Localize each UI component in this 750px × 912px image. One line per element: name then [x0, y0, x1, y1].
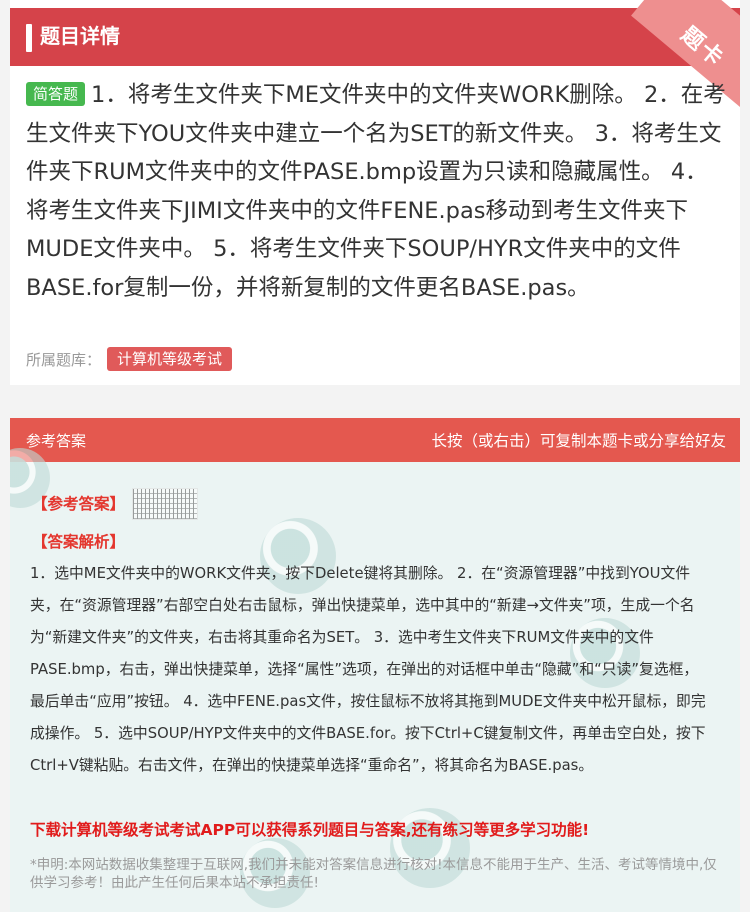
bank-tag[interactable]: 计算机等级考试: [107, 347, 233, 371]
page-title: 题目详情: [40, 24, 120, 48]
question-body: 简答题 1．将考生文件夹下ME文件夹中的文件夹WORK删除。 2．在考生文件夹下Y…: [26, 76, 730, 307]
analysis-text: 1．选中ME文件夹中的WORK文件夹，按下Delete键将其删除。 2．在“资源…: [30, 565, 706, 774]
answer-header: 参考答案 长按（或右击）可复制本题卡或分享给好友: [10, 418, 740, 462]
question-card: 题目详情 题卡 简答题 1．将考生文件夹下ME文件夹中的文件夹WORK删除。 2．…: [10, 0, 740, 385]
reference-answer-label: 【参考答案】: [32, 495, 126, 513]
question-bank-row: 所属题库： 计算机等级考试: [26, 346, 233, 372]
analysis-label: 【答案解析】: [32, 533, 126, 551]
answer-card: 参考答案 长按（或右击）可复制本题卡或分享给好友 【参考答案】 【答案解析】 1…: [10, 418, 740, 912]
reference-answer-image: [132, 488, 198, 520]
corner-label: 题卡: [675, 22, 729, 73]
copy-share-hint: 长按（或右击）可复制本题卡或分享给好友: [431, 432, 726, 450]
bank-label: 所属题库：: [26, 350, 102, 369]
answer-title: 参考答案: [26, 432, 87, 450]
question-text: 1．将考生文件夹下ME文件夹中的文件夹WORK删除。 2．在考生文件夹下YOU文…: [26, 82, 726, 301]
header-accent-bar: [26, 24, 32, 52]
question-type-badge: 简答题: [26, 82, 86, 106]
app-download-promo[interactable]: 下载计算机等级考试考试APP可以获得系列题目与答案,还有练习等更多学习功能!: [30, 818, 589, 840]
question-header: 题目详情 题卡: [10, 0, 740, 113]
disclaimer-text: *申明:本网站数据收集整理于互联网,我们并未能对答案信息进行核对!本信息不能用于…: [30, 857, 717, 891]
